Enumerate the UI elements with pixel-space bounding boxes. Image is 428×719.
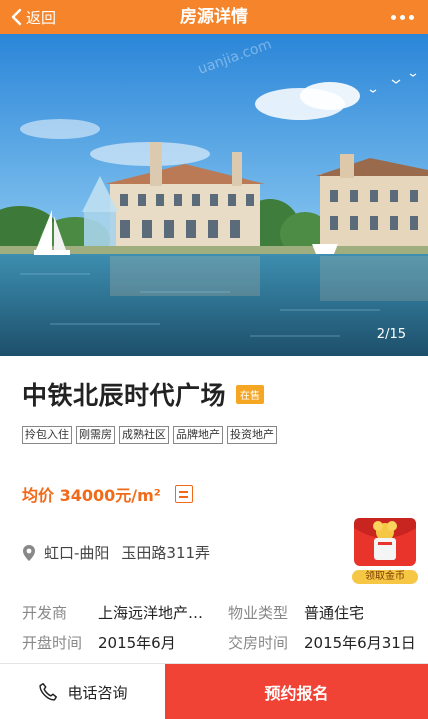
info-value: 普通住宅 [304, 604, 365, 622]
info-key: 开盘时间 [22, 634, 83, 652]
more-button[interactable] [391, 0, 414, 34]
phone-icon [39, 683, 58, 701]
back-button[interactable]: 返回 [10, 0, 56, 34]
info-row: 开盘时间 2015年6月 交房时间 2015年6月31日 [22, 632, 416, 662]
info-row: 开发商 上海远洋地产… 物业类型 普通住宅 [22, 602, 412, 632]
listing-name: 中铁北辰时代广场 [22, 381, 227, 410]
listing-info-table: 开发商 上海远洋地产… 物业类型 普通住宅 开盘时间 2015年6月 交房时间 … [22, 602, 416, 662]
page-title: 房源详情 [180, 7, 248, 27]
top-navigation-bar: 返回 房源详情 [0, 0, 428, 34]
feature-tag: 成熟社区 [119, 426, 169, 444]
property-photo: uanjia.com [0, 34, 428, 356]
info-value: 2015年6月 [98, 634, 176, 652]
info-key: 交房时间 [228, 634, 289, 652]
feature-tag: 投资地产 [227, 426, 277, 444]
info-key: 物业类型 [228, 604, 289, 622]
listing-title-row: 中铁北辰时代广场 在售 [22, 376, 265, 412]
calculator-icon[interactable] [174, 485, 193, 503]
location-district: 虹口-曲阳 [44, 544, 110, 562]
status-badge: 在售 [236, 384, 265, 404]
phone-consult-label: 电话咨询 [67, 683, 128, 702]
feature-tag: 拎包入住 [22, 426, 72, 444]
feature-tag: 刚需房 [76, 426, 115, 444]
location-address: 玉田路311弄 [121, 544, 211, 562]
gift-coin-label: 领取金币 [365, 571, 405, 582]
info-value: 2015年6月31日 [304, 634, 416, 652]
gift-coin-button[interactable]: 领取金币 [348, 514, 422, 588]
location-pin-icon [23, 544, 35, 561]
info-key: 开发商 [22, 604, 68, 622]
average-price: 均价 34000元/m² [22, 486, 161, 505]
phone-consult-button[interactable]: 电话咨询 [0, 664, 165, 719]
feature-tag: 品牌地产 [173, 426, 223, 444]
location-row[interactable]: 虹口-曲阳 玉田路311弄 [22, 542, 210, 563]
listing-details: 中铁北辰时代广场 在售 拎包入住 刚需房 成熟社区 品牌地产 投资地产 均价 3… [0, 356, 428, 663]
info-value: 上海远洋地产… [98, 604, 204, 622]
reserve-signup-button[interactable]: 预约报名 [165, 664, 428, 719]
price-row: 均价 34000元/m² [22, 482, 193, 506]
back-label: 返回 [26, 8, 57, 27]
more-dots-icon [391, 14, 396, 20]
feature-tags: 拎包入住 刚需房 成熟社区 品牌地产 投资地产 [22, 426, 277, 444]
bottom-action-bar: 电话咨询 预约报名 [0, 663, 428, 719]
photo-pager: 2/15 [376, 327, 406, 342]
property-photo-carousel[interactable]: uanjia.com 2/15 [0, 34, 428, 356]
chevron-left-icon [11, 8, 22, 26]
